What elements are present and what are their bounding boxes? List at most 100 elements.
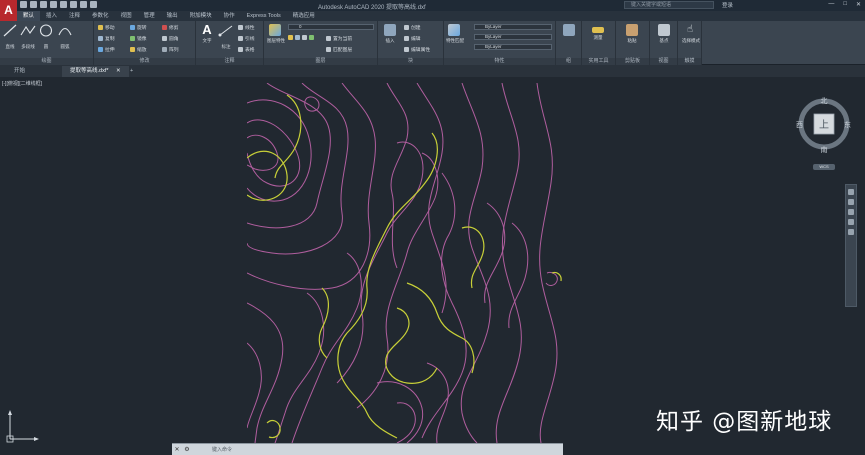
stretch-button[interactable]: 拉伸: [98, 46, 115, 53]
text-button[interactable]: A 文字: [199, 23, 215, 44]
new-icon[interactable]: [20, 1, 27, 8]
close-button[interactable]: ✕: [856, 1, 861, 8]
set-current-button[interactable]: 置为当前: [326, 35, 352, 42]
showmotion-icon[interactable]: [848, 229, 854, 235]
viewcube[interactable]: 上 北 南 东 西: [795, 95, 853, 153]
plot-icon[interactable]: [60, 1, 67, 8]
mirror-button[interactable]: 镜像: [130, 35, 147, 42]
edit-attributes-button[interactable]: 编辑属性: [404, 46, 430, 53]
move-icon: [98, 25, 103, 30]
measure-button[interactable]: 测量: [590, 24, 606, 41]
maximize-button[interactable]: □: [843, 1, 847, 8]
compass-west[interactable]: 西: [796, 121, 803, 129]
tab-featured-apps[interactable]: 精选应用: [287, 11, 321, 21]
polyline-button[interactable]: 多段线: [20, 24, 36, 50]
dimension-button[interactable]: 标注: [218, 24, 234, 50]
match-properties-button[interactable]: 特性匹配: [446, 24, 464, 44]
save-as-icon[interactable]: [50, 1, 57, 8]
open-icon[interactable]: [30, 1, 37, 8]
layer-properties-icon: [269, 24, 281, 36]
viewcube-top-label: 上: [819, 119, 829, 131]
autocad-logo[interactable]: A: [0, 0, 17, 21]
linetype-dropdown[interactable]: ByLayer: [474, 34, 552, 40]
tab-start[interactable]: 开始: [6, 66, 33, 77]
insert-button[interactable]: 插入: [382, 24, 398, 44]
drawing-canvas[interactable]: [-][俯视][二维线框] 上 北 南 东 西 WCS: [0, 77, 865, 443]
arc-button[interactable]: 圆弧: [57, 24, 73, 50]
orbit-icon[interactable]: [848, 219, 854, 225]
panel-label-layers: 图层: [264, 58, 377, 65]
close-tab-icon[interactable]: ✕: [116, 68, 121, 74]
linear-button[interactable]: 线性: [238, 24, 255, 31]
leader-button[interactable]: 引线: [238, 35, 255, 42]
rotate-button[interactable]: 旋转: [130, 24, 147, 31]
pan-icon[interactable]: [848, 199, 854, 205]
share-icon[interactable]: [90, 1, 97, 8]
fillet-button[interactable]: 圆角: [162, 35, 179, 42]
compass-north[interactable]: 北: [821, 97, 828, 105]
tab-express-tools[interactable]: Express Tools: [241, 11, 287, 21]
group-button[interactable]: [561, 24, 577, 36]
save-icon[interactable]: [40, 1, 47, 8]
layer-dropdown[interactable]: 0: [288, 24, 374, 30]
tab-insert[interactable]: 插入: [40, 11, 63, 21]
viewport-controls[interactable]: [-][俯视][二维线框]: [2, 80, 42, 87]
lock-icon[interactable]: [302, 35, 307, 40]
color-dropdown[interactable]: ByLayer: [474, 24, 552, 30]
edit-block-button[interactable]: 编辑: [404, 35, 421, 42]
close-command-line-icon[interactable]: ✕: [172, 445, 182, 455]
tab-default[interactable]: 默认: [17, 11, 41, 21]
minimize-button[interactable]: —: [828, 1, 834, 8]
select-mode-button[interactable]: ☝ 选择模式: [682, 24, 700, 44]
sign-in-button[interactable]: 登录: [722, 1, 733, 9]
stretch-icon: [98, 47, 103, 52]
redo-icon[interactable]: [80, 1, 87, 8]
table-button[interactable]: 表格: [238, 46, 255, 53]
circle-button[interactable]: 圆: [38, 24, 54, 50]
new-tab-button[interactable]: +: [122, 66, 141, 77]
panel-modify: 移动 旋转 修剪 复制 镜像 圆角 拉伸 缩放 阵列 修改: [94, 21, 196, 65]
freeze-icon[interactable]: [295, 35, 300, 40]
undo-icon[interactable]: [70, 1, 77, 8]
tab-view[interactable]: 视图: [115, 11, 138, 21]
match-layer-button[interactable]: 匹配图层: [326, 46, 352, 53]
steering-wheel-icon[interactable]: [848, 189, 854, 195]
compass-south[interactable]: 南: [821, 145, 828, 153]
scale-icon: [130, 47, 135, 52]
ribbon-tab-bar: 默认 插入 注释 参数化 视图 管理 输出 附加模块 协作 Express To…: [17, 11, 865, 21]
layer-iso-icon[interactable]: [309, 35, 314, 40]
zoom-icon[interactable]: [848, 209, 854, 215]
tab-drawing[interactable]: 提取等高线.dxf* ✕: [62, 66, 129, 77]
copy-icon: [98, 36, 103, 41]
contour-lines: [247, 83, 558, 443]
layer-properties-button[interactable]: 图层特性: [267, 24, 285, 44]
base-view-button[interactable]: 基点: [656, 24, 672, 44]
wcs-menu[interactable]: WCS: [813, 164, 835, 170]
panel-layers: 图层特性 0 置为当前 匹配图层 图层: [264, 21, 378, 65]
polyline-icon: [20, 25, 36, 36]
tab-manage[interactable]: 管理: [138, 11, 161, 21]
tab-output[interactable]: 输出: [161, 11, 184, 21]
panel-groups: 组: [556, 21, 582, 65]
tab-annotate[interactable]: 注释: [63, 11, 86, 21]
panel-label-clipboard: 剪贴板: [616, 58, 649, 65]
move-button[interactable]: 移动: [98, 24, 115, 31]
customize-icon[interactable]: ⚙: [182, 445, 192, 455]
scale-button[interactable]: 缩放: [130, 46, 147, 53]
paste-button[interactable]: 粘贴: [624, 24, 640, 44]
trim-button[interactable]: 修剪: [162, 24, 179, 31]
tab-parametric[interactable]: 参数化: [86, 11, 115, 21]
hand-pointer-icon: ☝: [686, 24, 694, 35]
command-input[interactable]: 键入命令: [212, 446, 232, 453]
tab-collaborate[interactable]: 协作: [218, 11, 241, 21]
create-block-button[interactable]: 创建: [404, 24, 421, 31]
line-button[interactable]: 直线: [2, 24, 18, 50]
compass-east[interactable]: 东: [844, 120, 851, 129]
array-button[interactable]: 阵列: [162, 46, 179, 53]
panel-label-block: 块: [378, 58, 443, 65]
bulb-icon[interactable]: [288, 35, 293, 40]
copy-button[interactable]: 复制: [98, 35, 115, 42]
lineweight-dropdown[interactable]: ByLayer: [474, 44, 552, 50]
search-input[interactable]: 键入关键字或短语: [624, 1, 714, 9]
tab-addins[interactable]: 附加模块: [184, 11, 218, 21]
